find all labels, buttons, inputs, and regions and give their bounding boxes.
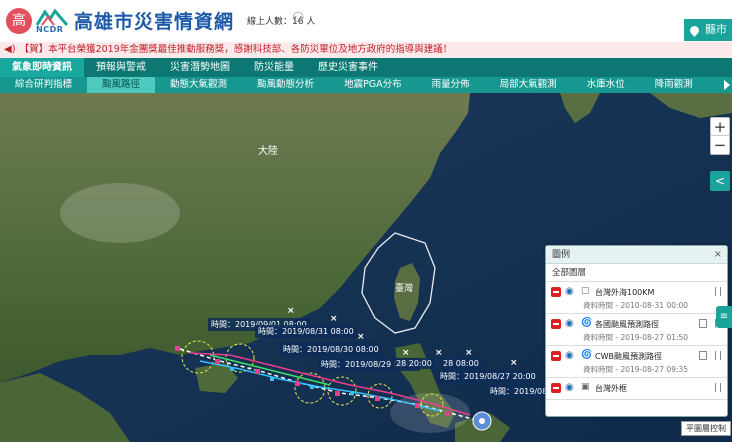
county-select-button[interactable]: 縣市 [684,19,732,41]
time-label-2: 時間：2019/08/31 08:00 [255,325,357,338]
online-count: 線上人數：16 人 [247,17,316,27]
legend-item-time: 資料時間 - 2010-08-31 00:00 [583,301,689,310]
square-outline-icon: ▢ [581,286,590,296]
eye-icon[interactable]: ◉ [565,382,574,393]
time-label-7: 時間：2019/08/27 20:00 [437,370,539,383]
close-label-icon[interactable]: × [510,358,518,368]
layer-control-button[interactable]: 平圖層控制 [681,421,731,436]
legend-all-layers[interactable]: 全部圖層 [546,264,727,282]
legend-item-name: 台灣外框 [595,384,627,393]
legend-title: 圖例 [552,250,571,260]
remove-layer-icon[interactable] [551,319,561,329]
users-icon: ⚇ [292,10,305,26]
nav-scroll-right-icon[interactable] [724,80,730,90]
table-icon[interactable] [699,351,707,360]
close-label-icon[interactable]: × [287,306,295,316]
nav-historical-events[interactable]: 歷史災害事件 [306,58,390,77]
tab-rain-observation[interactable]: 降雨觀測 [640,77,708,93]
nav-weather-realtime[interactable]: 氣象即時資訊 [0,58,84,77]
close-label-icon[interactable]: × [435,348,443,358]
zoom-control: + − [710,117,730,155]
map-pin-icon [688,23,701,37]
tab-typhoon-analysis[interactable]: 颱風動態分析 [242,77,329,93]
nav-forecast-warning[interactable]: 預報與警戒 [84,58,158,77]
label-taiwan: 臺灣 [395,284,414,294]
tab-reservoir-level[interactable]: 水庫水位 [572,77,640,93]
secondary-nav: 綜合研判指標 颱風路徑 動態大氣觀測 颱風動態分析 地震PGA分布 雨量分佈 局… [0,77,732,93]
legend-item: ◉ ▣ 台灣外框 [546,378,727,400]
county-button-label: 縣市 [705,23,727,36]
typhoon-icon: 🌀 [581,318,593,328]
legend-item-name: CWB颱風預測路徑 [595,352,662,361]
remove-layer-icon[interactable] [551,287,561,297]
drag-handle-icon[interactable] [715,383,721,392]
close-label-icon[interactable]: × [357,332,365,342]
primary-nav: 氣象即時資訊 預報與警戒 災害潛勢地圖 防災能量 歷史災害事件 [0,58,732,77]
typhoon-icon: 🌀 [581,350,593,360]
legend-item-name: 台灣外海100KM [595,288,655,297]
announcement-marquee[interactable]: ◀) 【賀】本平台榮獲2019年金團獎最佳推動服務獎，感謝科技部、各防災單位及地方… [0,42,732,58]
image-icon: ▣ [581,382,590,392]
close-label-icon[interactable]: × [465,348,473,358]
zoom-in-button[interactable]: + [711,118,729,136]
legend-item: ◉ 🌀 CWB颱風預測路徑 資料時間 - 2019-08-27 09:35 [546,346,727,378]
nav-hazard-map[interactable]: 災害潛勢地圖 [158,58,242,77]
legend-close-icon[interactable]: × [714,246,722,264]
legend-item: ◉ ▢ 台灣外海100KM 資料時間 - 2010-08-31 00:00 [546,282,727,314]
tab-typhoon-track[interactable]: 颱風路徑 [87,77,156,93]
announcement-text: 【賀】本平台榮獲2019年金團獎最佳推動服務獎，感謝科技部、各防災單位及地方政府… [19,44,453,55]
legend-item: ◉ 🌀 各國颱風預測路徑 資料時間 - 2019-08-27 01:50 [546,314,727,346]
time-label-8: 時間：2019/08 [487,385,551,398]
time-label-5: 28 20:00 [393,358,435,369]
tab-composite-index[interactable]: 綜合研判指標 [0,77,87,93]
time-label-6: 28 08:00 [440,358,482,369]
header: 高 NCDR 高雄市災害情資網 線上人數：16 人 ⚇ 縣市 [0,0,732,42]
legend-item-name: 各國颱風預測路徑 [595,320,659,329]
tab-earthquake-pga[interactable]: 地震PGA分布 [329,77,417,93]
eye-icon[interactable]: ◉ [565,350,574,361]
ncdr-logo[interactable]: NCDR [36,8,68,34]
close-label-icon[interactable]: × [402,348,410,358]
legend-toggle-icon[interactable]: ≡ [716,306,732,328]
tab-atmosphere-dynamic[interactable]: 動態大氣觀測 [155,77,242,93]
legend-header: 圖例 × [546,246,727,264]
tab-rainfall[interactable]: 雨量分佈 [417,77,485,93]
zoom-out-button[interactable]: − [711,136,729,154]
tab-local-atmosphere[interactable]: 局部大氣觀測 [485,77,572,93]
eye-icon[interactable]: ◉ [565,318,574,329]
label-mainland: 大陸 [258,146,278,157]
remove-layer-icon[interactable] [551,383,561,393]
share-icon[interactable]: < [710,171,730,191]
legend-panel: 圖例 × 全部圖層 ◉ ▢ 台灣外海100KM 資料時間 - 2010-08-3… [545,245,728,417]
close-label-icon[interactable]: × [330,314,338,324]
eye-icon[interactable]: ◉ [565,286,574,297]
legend-item-time: 資料時間 - 2019-08-27 09:35 [583,365,689,374]
nav-disaster-capacity[interactable]: 防災能量 [242,58,306,77]
ncdr-text: NCDR [36,25,64,34]
time-label-3: 時間：2019/08/30 08:00 [280,343,382,356]
legend-item-time: 資料時間 - 2019-08-27 01:50 [583,333,689,342]
kaohsiung-logo[interactable]: 高 [6,8,32,34]
table-icon[interactable] [699,319,707,328]
drag-handle-icon[interactable] [715,351,721,360]
remove-layer-icon[interactable] [551,351,561,361]
site-title[interactable]: 高雄市災害情資網 [74,7,234,34]
speaker-icon: ◀) [4,44,16,55]
drag-handle-icon[interactable] [715,287,721,296]
